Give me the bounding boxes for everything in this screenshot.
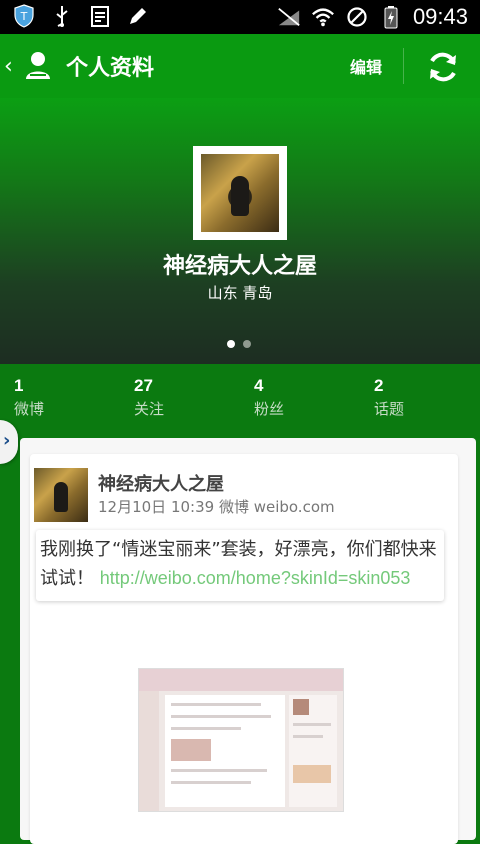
feed-card: 神经病大人之屋 12月10日 10:39 微博 weibo.com 我刚换了“情… [20,438,476,844]
post-author-name[interactable]: 神经病大人之屋 [98,470,224,496]
post-author-avatar[interactable] [34,468,88,522]
stat-count: 27 [134,376,153,395]
post-link[interactable]: http://weibo.com/home?skinId=skin053 [100,568,411,588]
weibo-post[interactable]: 神经病大人之屋 12月10日 10:39 微博 weibo.com 我刚换了“情… [30,454,458,844]
app-bar: ‹ 个人资料 编辑 [0,34,480,98]
clock: 09:43 [412,4,468,29]
blocked-icon [345,5,369,29]
stat-count: 4 [254,376,264,395]
profile-name: 神经病大人之屋 [162,254,317,279]
debug-icon [88,4,112,28]
shield-icon: T [12,4,36,28]
stats-row: 1 微博 27 关注 4 粉丝 2 话题 [0,364,480,438]
page-indicator [227,340,251,348]
refresh-icon[interactable] [424,48,462,86]
appbar-divider [403,48,404,84]
stat-count: 2 [374,376,384,395]
page-title: 个人资料 [66,56,155,81]
profile-location: 山东 青岛 [207,284,273,302]
stat-following[interactable]: 27 关注 [134,376,164,419]
page-dot [243,340,251,348]
post-image-thumbnail[interactable] [138,668,344,812]
status-bar: T 09:43 [0,0,480,34]
post-meta: 12月10日 10:39 微博 weibo.com [98,498,335,516]
stat-followers[interactable]: 4 粉丝 [254,376,284,419]
stat-label: 粉丝 [254,400,285,418]
stat-count: 1 [14,376,24,395]
wifi-icon [311,5,335,29]
stat-label: 话题 [374,400,405,418]
avatar-image [201,154,279,232]
profile-avatar[interactable] [193,146,287,240]
profile-header: 神经病大人之屋 山东 青岛 [0,98,480,364]
edit-button[interactable]: 编辑 [350,54,382,78]
stat-label: 关注 [134,400,165,418]
stat-weibo[interactable]: 1 微博 [14,376,44,419]
no-signal-icon [277,5,301,29]
battery-charging-icon [379,5,403,29]
stat-topics[interactable]: 2 话题 [374,376,404,419]
back-chevron-icon[interactable]: ‹ [4,54,13,79]
post-text-box: 我刚换了“情迷宝丽来”套装，好漂亮，你们都快来试试！ http://weibo.… [36,530,444,601]
pencil-icon [126,4,150,28]
svg-text:T: T [20,10,28,23]
usb-icon [50,4,74,28]
chevron-right-icon: › [3,430,11,451]
page-dot-active [227,340,235,348]
stat-label: 微博 [14,400,45,418]
profile-person-icon [24,50,52,80]
